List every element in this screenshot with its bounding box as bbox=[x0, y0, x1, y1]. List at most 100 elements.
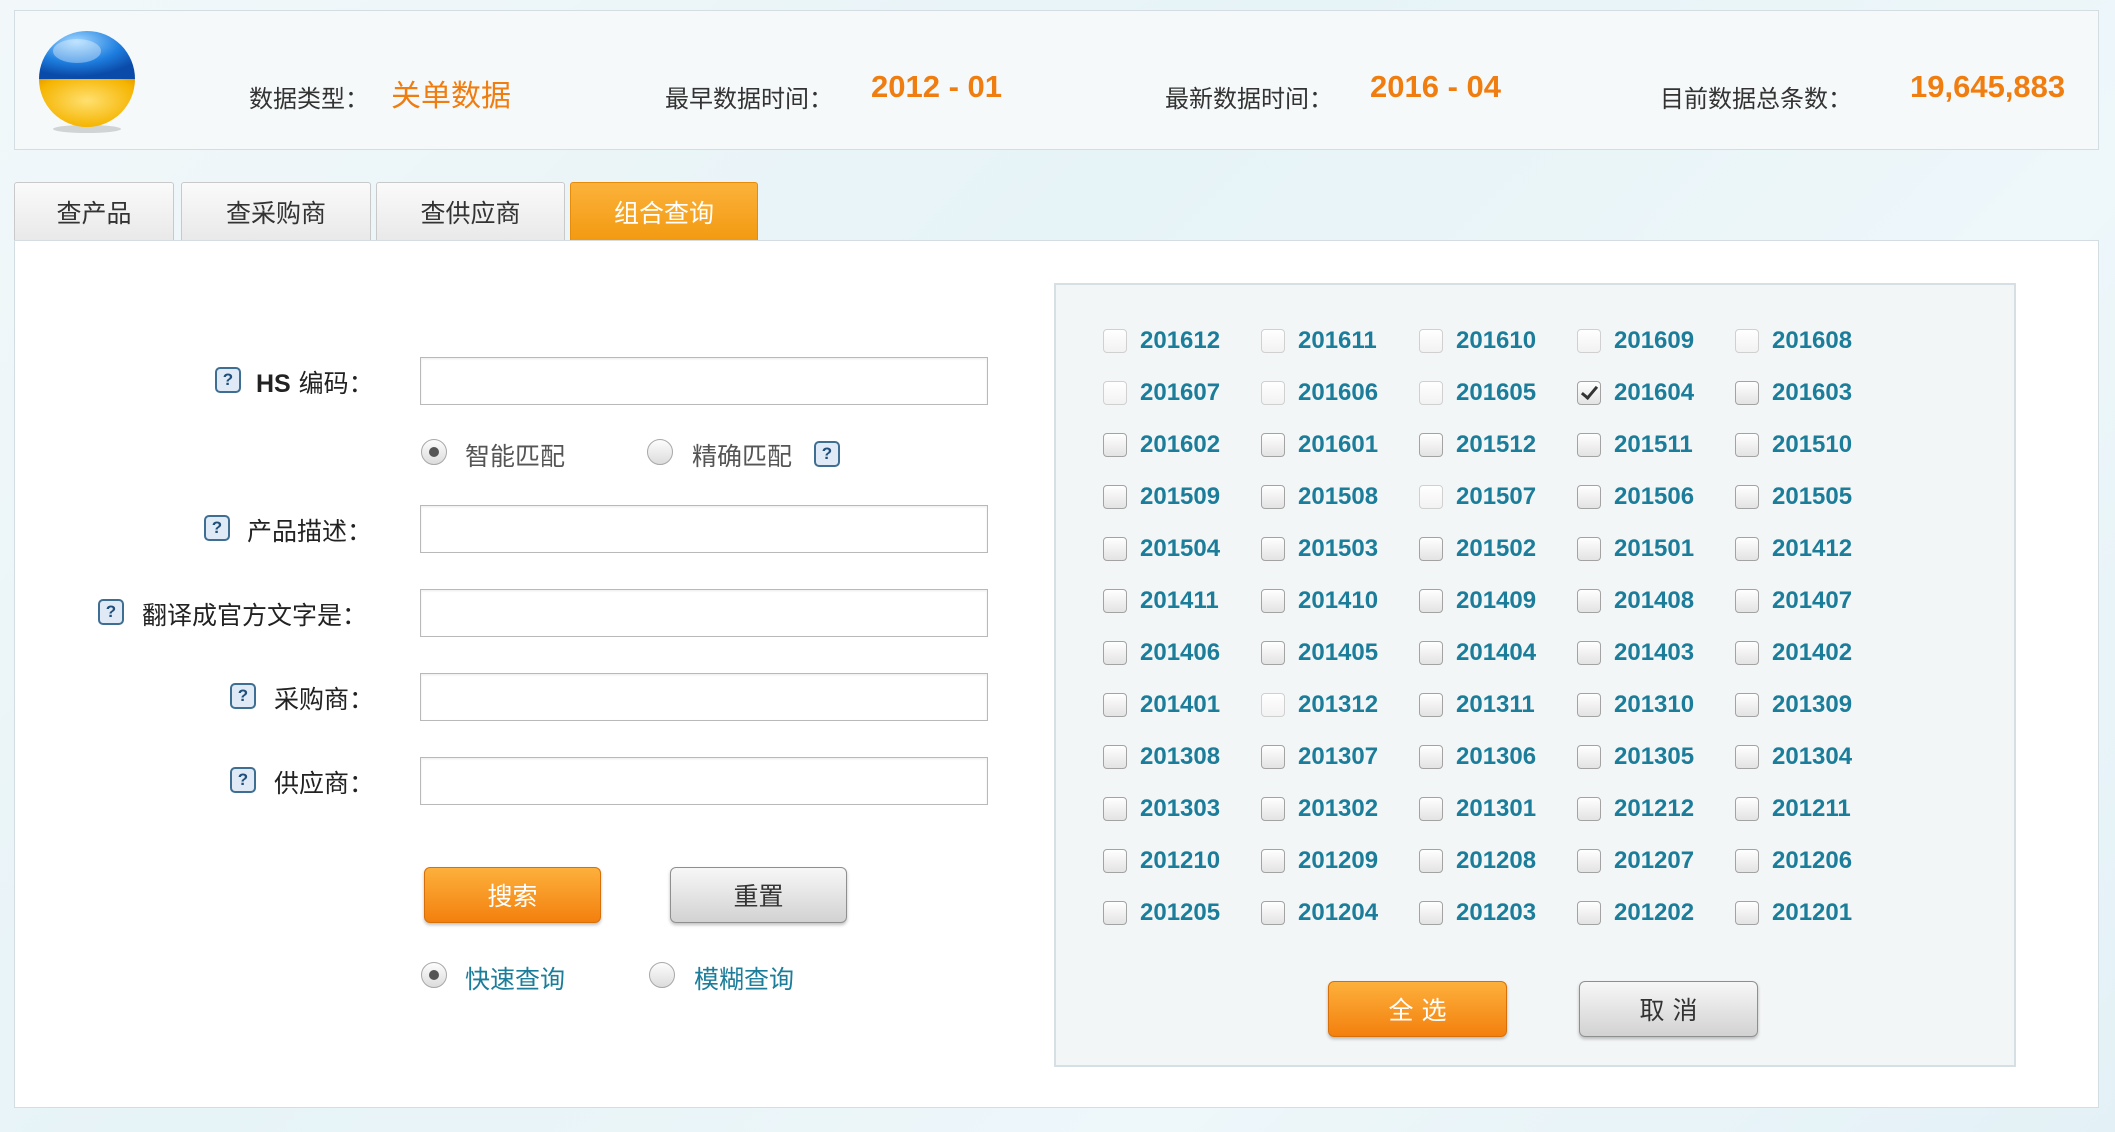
month-checkbox[interactable] bbox=[1419, 901, 1443, 925]
month-item[interactable]: 201202 bbox=[1577, 899, 1735, 933]
month-item[interactable]: 201407 bbox=[1735, 587, 1893, 621]
month-item[interactable]: 201307 bbox=[1261, 743, 1419, 777]
month-item[interactable]: 201308 bbox=[1103, 743, 1261, 777]
month-checkbox[interactable] bbox=[1577, 693, 1601, 717]
month-checkbox[interactable] bbox=[1577, 745, 1601, 769]
month-item[interactable]: 201505 bbox=[1735, 483, 1893, 517]
month-item[interactable]: 201402 bbox=[1735, 639, 1893, 673]
month-item[interactable]: 201611 bbox=[1261, 327, 1419, 361]
month-checkbox[interactable] bbox=[1103, 797, 1127, 821]
month-checkbox[interactable] bbox=[1419, 797, 1443, 821]
month-item[interactable]: 201304 bbox=[1735, 743, 1893, 777]
month-item[interactable]: 201605 bbox=[1419, 379, 1577, 413]
month-checkbox[interactable] bbox=[1577, 849, 1601, 873]
month-item[interactable]: 201204 bbox=[1261, 899, 1419, 933]
select-all-button[interactable]: 全 选 bbox=[1328, 981, 1507, 1037]
month-item[interactable]: 201208 bbox=[1419, 847, 1577, 881]
month-checkbox[interactable] bbox=[1419, 641, 1443, 665]
month-item[interactable]: 201403 bbox=[1577, 639, 1735, 673]
hs-code-input[interactable] bbox=[420, 357, 988, 405]
help-question-icon[interactable]: ? bbox=[230, 683, 256, 709]
month-item[interactable]: 201207 bbox=[1577, 847, 1735, 881]
cancel-button[interactable]: 取 消 bbox=[1579, 981, 1758, 1037]
month-item[interactable]: 201206 bbox=[1735, 847, 1893, 881]
smart-match-radio[interactable] bbox=[421, 439, 447, 465]
month-item[interactable]: 201410 bbox=[1261, 587, 1419, 621]
month-item[interactable]: 201507 bbox=[1419, 483, 1577, 517]
month-item[interactable]: 201408 bbox=[1577, 587, 1735, 621]
month-item[interactable]: 201302 bbox=[1261, 795, 1419, 829]
month-checkbox[interactable] bbox=[1577, 901, 1601, 925]
help-question-icon[interactable]: ? bbox=[814, 441, 840, 467]
month-checkbox[interactable] bbox=[1577, 433, 1601, 457]
month-checkbox[interactable] bbox=[1419, 381, 1443, 405]
month-item[interactable]: 201511 bbox=[1577, 431, 1735, 465]
month-checkbox[interactable] bbox=[1261, 485, 1285, 509]
month-item[interactable]: 201212 bbox=[1577, 795, 1735, 829]
month-item[interactable]: 201311 bbox=[1419, 691, 1577, 725]
month-item[interactable]: 201612 bbox=[1103, 327, 1261, 361]
month-checkbox[interactable] bbox=[1261, 537, 1285, 561]
month-checkbox[interactable] bbox=[1419, 589, 1443, 613]
month-item[interactable]: 201303 bbox=[1103, 795, 1261, 829]
month-checkbox[interactable] bbox=[1261, 797, 1285, 821]
month-checkbox[interactable] bbox=[1577, 797, 1601, 821]
help-question-icon[interactable]: ? bbox=[230, 767, 256, 793]
tab-search-buyer[interactable]: 查采购商 bbox=[181, 182, 371, 240]
month-item[interactable]: 201604 bbox=[1577, 379, 1735, 413]
month-checkbox[interactable] bbox=[1103, 849, 1127, 873]
fuzzy-query-radio[interactable] bbox=[649, 962, 675, 988]
month-checkbox[interactable] bbox=[1735, 745, 1759, 769]
month-checkbox[interactable] bbox=[1103, 641, 1127, 665]
month-checkbox[interactable] bbox=[1577, 589, 1601, 613]
help-question-icon[interactable]: ? bbox=[204, 515, 230, 541]
search-button[interactable]: 搜索 bbox=[424, 867, 601, 923]
month-item[interactable]: 201201 bbox=[1735, 899, 1893, 933]
month-item[interactable]: 201510 bbox=[1735, 431, 1893, 465]
month-checkbox[interactable] bbox=[1735, 693, 1759, 717]
month-checkbox[interactable] bbox=[1735, 329, 1759, 353]
month-item[interactable]: 201405 bbox=[1261, 639, 1419, 673]
supplier-input[interactable] bbox=[420, 757, 988, 805]
tab-search-product[interactable]: 查产品 bbox=[14, 182, 174, 240]
month-checkbox[interactable] bbox=[1103, 537, 1127, 561]
month-checkbox[interactable] bbox=[1261, 901, 1285, 925]
month-item[interactable]: 201502 bbox=[1419, 535, 1577, 569]
month-checkbox[interactable] bbox=[1577, 641, 1601, 665]
month-checkbox[interactable] bbox=[1103, 381, 1127, 405]
month-item[interactable]: 201608 bbox=[1735, 327, 1893, 361]
month-item[interactable]: 201401 bbox=[1103, 691, 1261, 725]
month-checkbox[interactable] bbox=[1103, 745, 1127, 769]
month-checkbox[interactable] bbox=[1419, 537, 1443, 561]
month-checkbox[interactable] bbox=[1577, 381, 1601, 405]
month-item[interactable]: 201601 bbox=[1261, 431, 1419, 465]
month-checkbox[interactable] bbox=[1261, 641, 1285, 665]
month-item[interactable]: 201205 bbox=[1103, 899, 1261, 933]
month-item[interactable]: 201411 bbox=[1103, 587, 1261, 621]
month-item[interactable]: 201509 bbox=[1103, 483, 1261, 517]
month-item[interactable]: 201501 bbox=[1577, 535, 1735, 569]
month-checkbox[interactable] bbox=[1103, 329, 1127, 353]
month-item[interactable]: 201607 bbox=[1103, 379, 1261, 413]
tab-combined-query[interactable]: 组合查询 bbox=[570, 182, 758, 240]
month-item[interactable]: 201312 bbox=[1261, 691, 1419, 725]
month-item[interactable]: 201209 bbox=[1261, 847, 1419, 881]
month-checkbox[interactable] bbox=[1419, 485, 1443, 509]
month-checkbox[interactable] bbox=[1735, 589, 1759, 613]
help-question-icon[interactable]: ? bbox=[215, 367, 241, 393]
reset-button[interactable]: 重置 bbox=[670, 867, 847, 923]
month-checkbox[interactable] bbox=[1735, 797, 1759, 821]
month-item[interactable]: 201310 bbox=[1577, 691, 1735, 725]
exact-match-radio[interactable] bbox=[647, 439, 673, 465]
month-checkbox[interactable] bbox=[1577, 329, 1601, 353]
month-item[interactable]: 201406 bbox=[1103, 639, 1261, 673]
month-checkbox[interactable] bbox=[1103, 433, 1127, 457]
month-item[interactable]: 201506 bbox=[1577, 483, 1735, 517]
month-item[interactable]: 201610 bbox=[1419, 327, 1577, 361]
month-checkbox[interactable] bbox=[1261, 849, 1285, 873]
month-item[interactable]: 201504 bbox=[1103, 535, 1261, 569]
month-item[interactable]: 201404 bbox=[1419, 639, 1577, 673]
month-item[interactable]: 201512 bbox=[1419, 431, 1577, 465]
quick-query-radio[interactable] bbox=[421, 962, 447, 988]
month-checkbox[interactable] bbox=[1419, 745, 1443, 769]
